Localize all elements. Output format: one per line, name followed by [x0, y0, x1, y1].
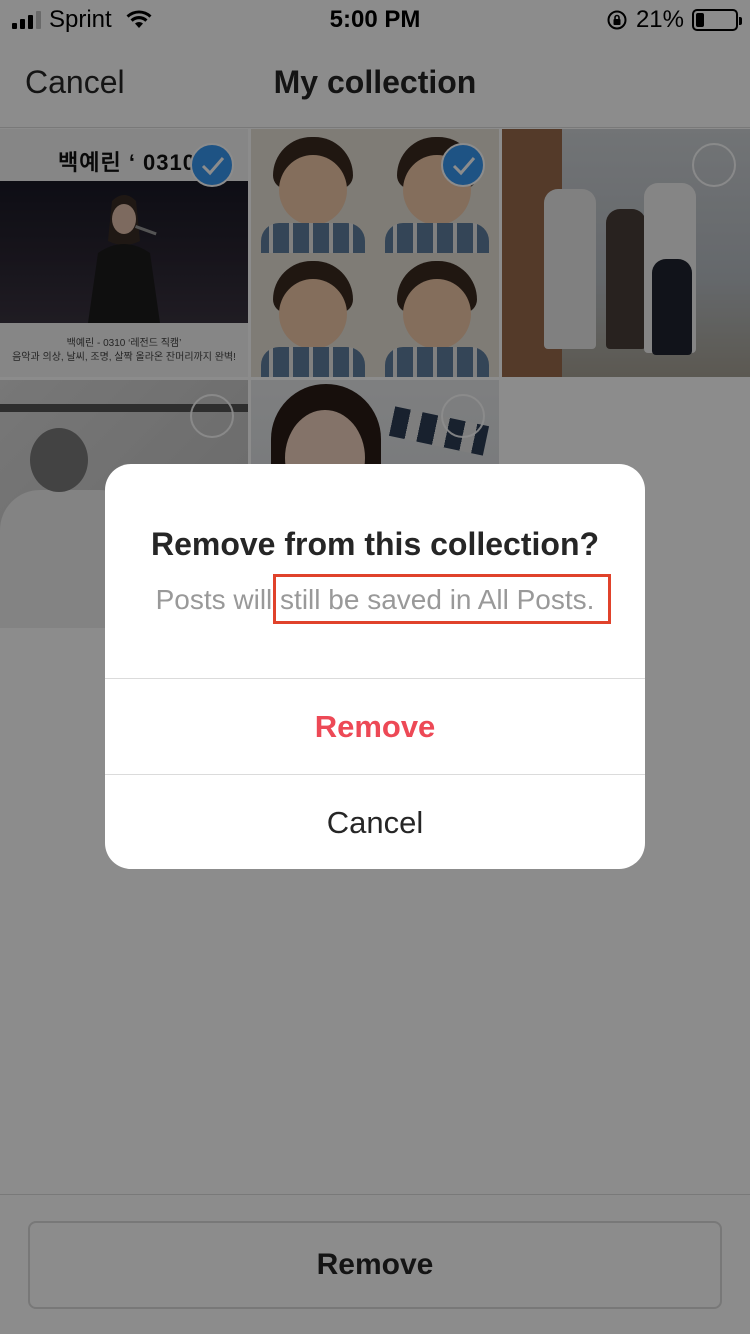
- screen: Sprint 5:00 PM 21% Cancel My collection: [0, 0, 750, 1334]
- dialog-title: Remove from this collection?: [150, 526, 600, 562]
- remove-confirm-dialog: Remove from this collection? Posts will …: [105, 464, 645, 869]
- highlight-box: [273, 574, 611, 624]
- dialog-remove-button[interactable]: Remove: [105, 679, 645, 774]
- dialog-cancel-button[interactable]: Cancel: [105, 775, 645, 869]
